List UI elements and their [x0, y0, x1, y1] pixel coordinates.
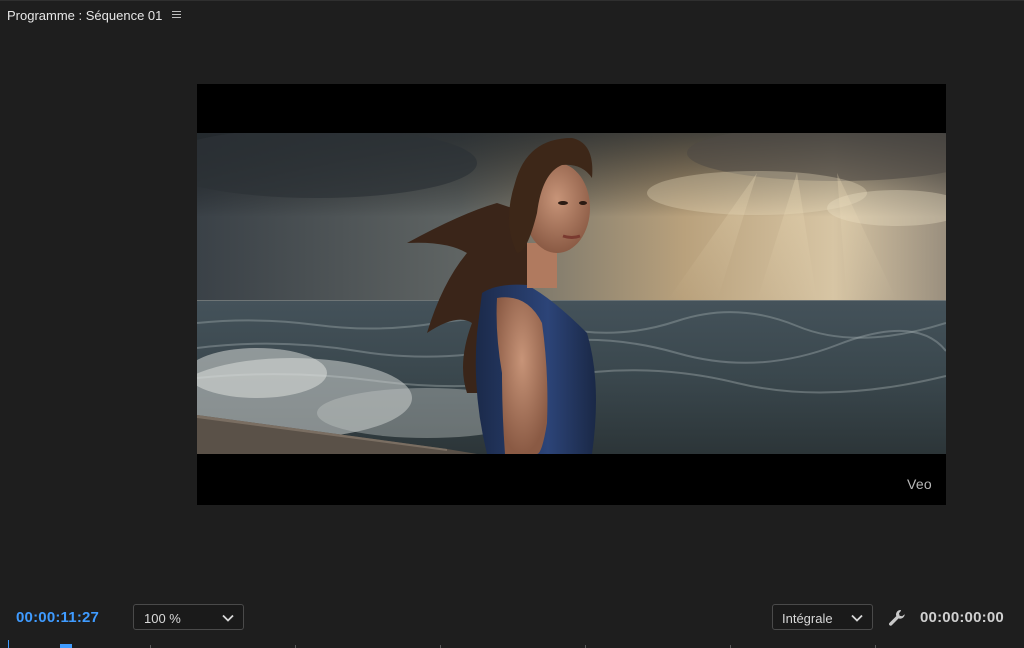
panel-header: Programme : Séquence 01 [0, 0, 1024, 32]
duration-timecode: 00:00:00:00 [920, 609, 1004, 626]
chevron-down-icon [851, 614, 863, 622]
panel-title[interactable]: Programme : Séquence 01 [7, 8, 162, 23]
playback-resolution-select[interactable]: Intégrale [772, 604, 873, 630]
zoom-level-select[interactable]: 100 % [133, 604, 244, 630]
video-frame [197, 133, 946, 454]
playhead-handle[interactable] [60, 644, 72, 648]
playback-resolution-value: Intégrale [782, 611, 833, 626]
wrench-icon[interactable] [887, 608, 907, 628]
video-frame-image [197, 133, 946, 454]
current-timecode[interactable]: 00:00:11:27 [16, 609, 99, 626]
zoom-level-value: 100 % [144, 611, 181, 626]
watermark-label: Veo [906, 476, 932, 492]
program-monitor-viewer[interactable]: Veo [197, 84, 946, 505]
timeline-ruler[interactable] [0, 640, 1024, 648]
hamburger-menu-icon[interactable] [171, 9, 183, 21]
timeline-start-marker [8, 640, 9, 648]
chevron-down-icon [222, 614, 234, 622]
